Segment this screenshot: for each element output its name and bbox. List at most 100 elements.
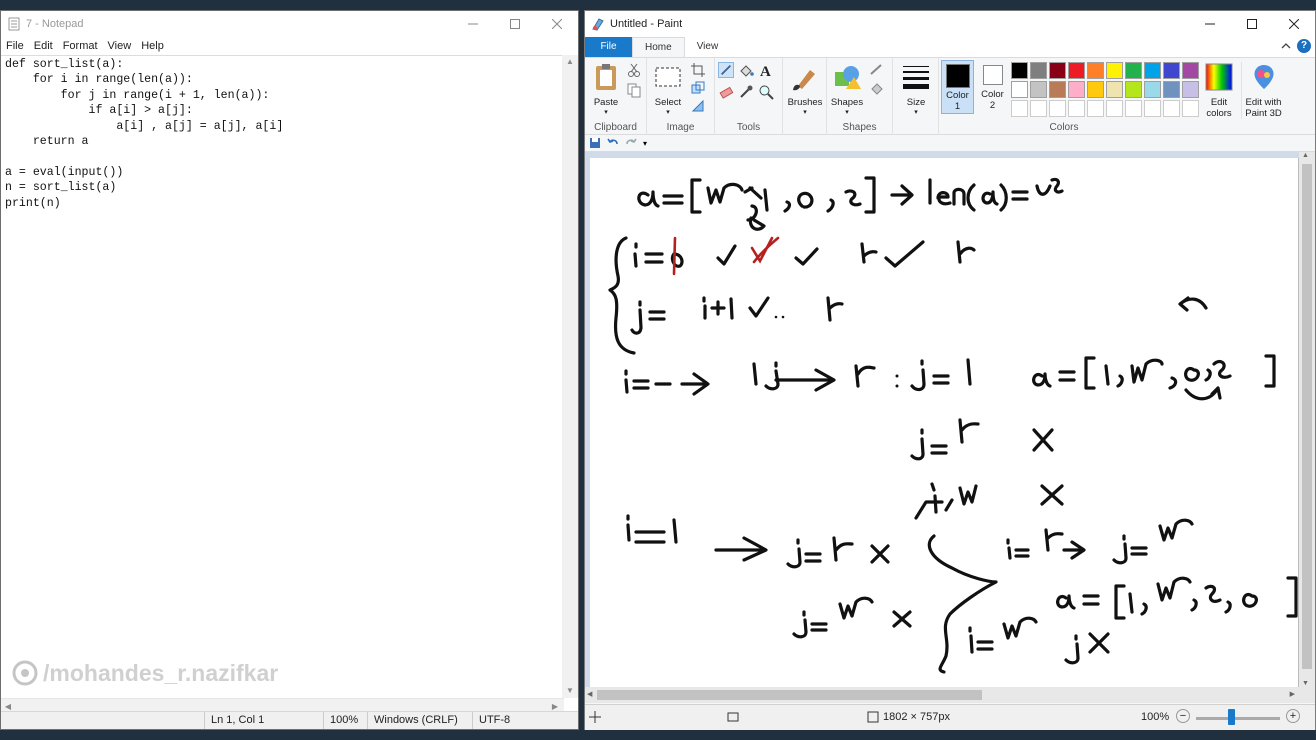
color2-label: Color xyxy=(981,89,1004,100)
crop-icon[interactable] xyxy=(690,62,706,78)
menu-edit[interactable]: Edit xyxy=(29,40,58,52)
collapse-ribbon-icon[interactable] xyxy=(1281,39,1291,53)
tab-file[interactable]: File xyxy=(585,37,632,57)
undo-icon[interactable] xyxy=(607,137,619,149)
text-icon[interactable]: A xyxy=(758,62,774,78)
rotate-icon[interactable] xyxy=(690,98,706,114)
palette-swatch-10[interactable] xyxy=(1011,81,1028,98)
palette-swatch-2[interactable] xyxy=(1049,62,1066,79)
menu-view[interactable]: View xyxy=(103,40,137,52)
select-button[interactable]: Select ▾ xyxy=(651,62,685,116)
paint-minimize-button[interactable] xyxy=(1189,11,1231,37)
palette-custom-swatch-8[interactable] xyxy=(1163,100,1180,117)
group-shapes: Shapes ▾ Shapes xyxy=(827,58,893,135)
zoom-out-icon[interactable]: − xyxy=(1176,709,1190,723)
size-button[interactable]: Size ▾ xyxy=(899,62,933,116)
redo-icon[interactable] xyxy=(625,137,637,149)
notepad-maximize-button[interactable] xyxy=(494,11,536,37)
paint-horizontal-scrollbar[interactable]: ◀ ▶ xyxy=(585,687,1315,703)
palette-swatch-11[interactable] xyxy=(1030,81,1047,98)
notepad-text-area[interactable]: def sort_list(a): for i in range(len(a))… xyxy=(1,55,564,698)
tab-home[interactable]: Home xyxy=(632,37,685,57)
palette-swatch-19[interactable] xyxy=(1182,81,1199,98)
palette-swatch-5[interactable] xyxy=(1106,62,1123,79)
palette-custom-swatch-2[interactable] xyxy=(1049,100,1066,117)
palette-swatch-16[interactable] xyxy=(1125,81,1142,98)
palette-swatch-1[interactable] xyxy=(1030,62,1047,79)
palette-custom-swatch-1[interactable] xyxy=(1030,100,1047,117)
customize-toolbar-icon[interactable]: ▾ xyxy=(643,139,647,148)
palette-custom-swatch-5[interactable] xyxy=(1106,100,1123,117)
shapes-button[interactable]: Shapes ▾ xyxy=(829,62,865,116)
scroll-up-icon[interactable]: ▲ xyxy=(562,55,578,69)
zoom-slider-thumb[interactable] xyxy=(1228,709,1235,725)
palette-swatch-13[interactable] xyxy=(1068,81,1085,98)
clipboard-icon xyxy=(596,64,616,90)
palette-swatch-9[interactable] xyxy=(1182,62,1199,79)
zoom-in-icon[interactable]: + xyxy=(1286,709,1300,723)
color2-button[interactable]: Color 2 xyxy=(977,60,1008,114)
scroll-down-icon[interactable]: ▼ xyxy=(562,684,578,698)
vertical-scroll-thumb[interactable] xyxy=(1302,164,1312,669)
menu-format[interactable]: Format xyxy=(58,40,103,52)
palette-swatch-15[interactable] xyxy=(1106,81,1123,98)
paint-maximize-button[interactable] xyxy=(1231,11,1273,37)
paste-button[interactable]: Paste ▾ xyxy=(591,62,621,116)
palette-custom-swatch-7[interactable] xyxy=(1144,100,1161,117)
scroll-left-icon[interactable]: ◀ xyxy=(587,690,592,698)
palette-swatch-18[interactable] xyxy=(1163,81,1180,98)
color1-button[interactable]: Color 1 xyxy=(941,60,974,114)
edit-with-paint3d-button[interactable]: Edit with Paint 3D xyxy=(1241,62,1285,119)
palette-swatch-8[interactable] xyxy=(1163,62,1180,79)
shapes-group-label: Shapes xyxy=(842,122,877,133)
palette-swatch-3[interactable] xyxy=(1068,62,1085,79)
fill-shape-icon[interactable] xyxy=(869,80,885,96)
palette-custom-swatch-4[interactable] xyxy=(1087,100,1104,117)
palette-swatch-17[interactable] xyxy=(1144,81,1161,98)
resize-icon[interactable] xyxy=(690,80,706,96)
horizontal-scroll-thumb[interactable] xyxy=(597,690,982,700)
group-colors: Color 1 Color 2 Edit colors Colors xyxy=(939,58,1233,135)
notepad-menubar: File Edit Format View Help xyxy=(1,37,578,55)
notepad-close-button[interactable] xyxy=(536,11,578,37)
notepad-minimize-button[interactable] xyxy=(452,11,494,37)
palette-swatch-14[interactable] xyxy=(1087,81,1104,98)
menu-file[interactable]: File xyxy=(1,40,29,52)
color-picker-icon[interactable] xyxy=(738,84,754,100)
magnifier-icon[interactable] xyxy=(758,84,774,100)
zoom-slider-track[interactable] xyxy=(1196,717,1280,720)
notepad-titlebar[interactable]: 7 - Notepad xyxy=(1,11,578,37)
palette-swatch-6[interactable] xyxy=(1125,62,1142,79)
pencil-icon[interactable] xyxy=(718,62,734,78)
palette-swatch-7[interactable] xyxy=(1144,62,1161,79)
scroll-right-icon[interactable]: ▶ xyxy=(1290,690,1295,698)
scroll-up-icon[interactable]: ▲ xyxy=(1302,152,1309,159)
tab-view[interactable]: View xyxy=(685,37,731,57)
palette-custom-swatch-9[interactable] xyxy=(1182,100,1199,117)
palette-swatch-12[interactable] xyxy=(1049,81,1066,98)
edit-colors-button[interactable]: Edit colors xyxy=(1203,62,1235,119)
brushes-button[interactable]: Brushes ▾ xyxy=(785,62,825,116)
cut-icon[interactable] xyxy=(626,62,642,78)
drawing-canvas[interactable] xyxy=(590,158,1299,687)
menu-help[interactable]: Help xyxy=(136,40,169,52)
notepad-vertical-scrollbar[interactable]: ▲ ▼ xyxy=(562,55,578,698)
paint-titlebar[interactable]: Untitled - Paint xyxy=(585,11,1315,37)
group-image: Select ▾ Image xyxy=(647,58,715,135)
paint-vertical-scrollbar[interactable]: ▲ ▼ xyxy=(1299,152,1315,687)
palette-custom-swatch-6[interactable] xyxy=(1125,100,1142,117)
help-icon[interactable]: ? xyxy=(1297,39,1311,53)
palette-swatch-4[interactable] xyxy=(1087,62,1104,79)
copy-icon[interactable] xyxy=(626,82,642,98)
eraser-icon[interactable] xyxy=(718,84,734,100)
scroll-down-icon[interactable]: ▼ xyxy=(1302,680,1309,687)
fill-icon[interactable] xyxy=(738,62,754,78)
palette-custom-swatch-3[interactable] xyxy=(1068,100,1085,117)
outline-icon[interactable] xyxy=(869,62,885,78)
palette-custom-swatch-0[interactable] xyxy=(1011,100,1028,117)
save-icon[interactable] xyxy=(589,137,601,149)
status-line-ending: Windows (CRLF) xyxy=(367,712,458,729)
paint3d-label: Edit with xyxy=(1245,97,1282,108)
paint-close-button[interactable] xyxy=(1273,11,1315,37)
palette-swatch-0[interactable] xyxy=(1011,62,1028,79)
